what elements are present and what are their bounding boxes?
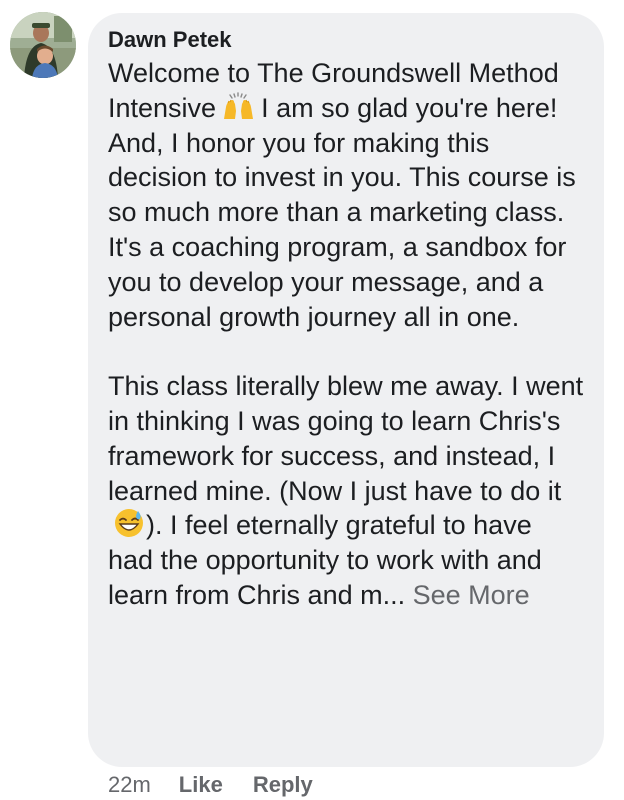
comment-text: This class literally blew me away. I wen…	[108, 371, 584, 506]
timestamp: 22m	[108, 772, 151, 797]
comment-paragraph-1: Welcome to The Groundswell Method Intens…	[108, 56, 584, 334]
raising-hands-icon	[222, 91, 255, 121]
comment-author[interactable]: Dawn Petek	[108, 25, 584, 55]
comment-text: I am so glad you're here! And, I honor y…	[108, 92, 576, 332]
comment-paragraph-2: This class literally blew me away. I wen…	[108, 369, 584, 613]
like-button[interactable]: Like	[179, 771, 223, 799]
avatar-photo	[10, 12, 76, 78]
comment-bubble: Dawn Petek Welcome to The Groundswell Me…	[88, 13, 604, 767]
see-more-link[interactable]: See More	[413, 580, 530, 610]
grinning-sweat-icon	[114, 508, 144, 538]
reply-button[interactable]: Reply	[253, 771, 313, 799]
comment-body: Welcome to The Groundswell Method Intens…	[108, 56, 584, 613]
avatar[interactable]	[10, 12, 76, 78]
comment-actions: 22m Like Reply	[108, 770, 343, 800]
